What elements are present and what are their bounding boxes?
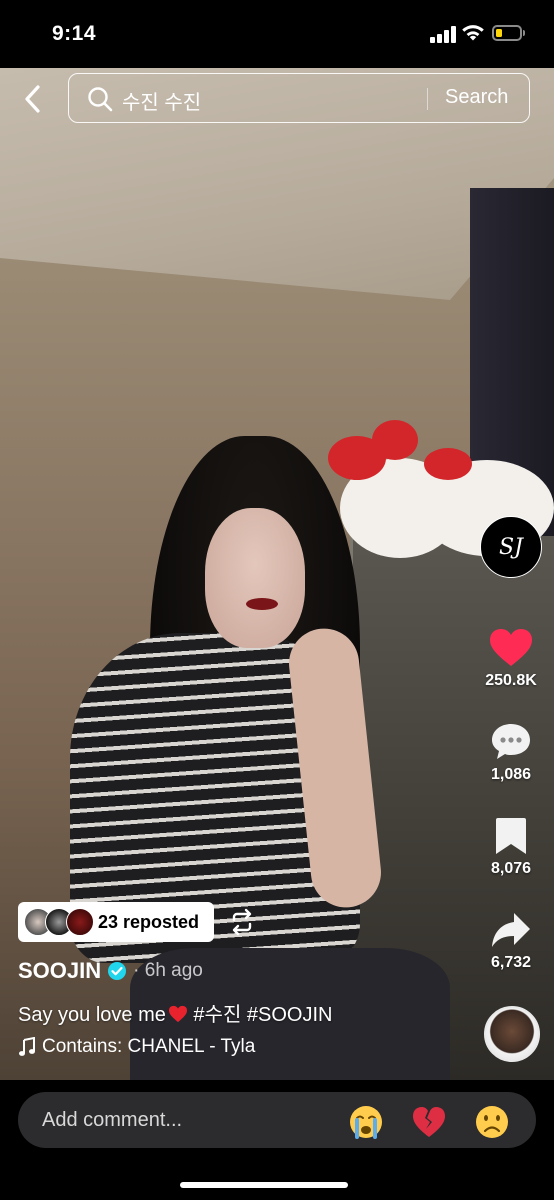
person-lips (246, 598, 278, 610)
share-arrow-icon (492, 913, 530, 947)
share-button[interactable]: 6,732 (474, 910, 548, 972)
bookmark-icon (496, 818, 526, 854)
comment-button[interactable]: 1,086 (474, 722, 548, 784)
battery-icon (492, 25, 525, 41)
author-row[interactable]: SOOJIN · 6h ago (18, 956, 203, 986)
post-time: · 6h ago (133, 960, 203, 981)
comment-input[interactable]: Add comment... (18, 1092, 536, 1148)
music-note-icon (19, 1037, 35, 1056)
post-time-value: 6h ago (144, 960, 203, 981)
music-row[interactable]: Contains: CHANEL - Tyla (18, 1036, 255, 1058)
caption-text: Say you love me (18, 1004, 166, 1026)
repost-avatar (66, 908, 94, 936)
creator-avatar-monogram: SJ (499, 534, 523, 560)
home-indicator (180, 1182, 348, 1188)
person-face (205, 508, 305, 648)
search-query[interactable]: 수진 수진 (122, 86, 201, 115)
caption-hashtags[interactable]: #수진 #SOOJIN (188, 1004, 332, 1026)
wifi-icon (462, 25, 484, 41)
music-label: Contains: CHANEL - Tyla (42, 1036, 256, 1057)
verified-badge-icon (108, 962, 127, 980)
save-button[interactable]: 8,076 (474, 816, 548, 878)
red-heart-emoji-icon (168, 1005, 187, 1023)
repost-pill[interactable]: 23 reposted (18, 902, 214, 942)
share-count: 6,732 (490, 954, 532, 971)
comment-bubble-icon (492, 724, 530, 759)
caption[interactable]: Say you love me #수진 #SOOJIN (18, 998, 332, 1027)
search-button[interactable]: Search (445, 86, 508, 109)
sound-disc-avatar[interactable] (484, 1006, 540, 1062)
search-icon (88, 87, 113, 112)
repost-label: 23 reposted (98, 912, 200, 932)
like-button[interactable]: 250.8K (474, 628, 548, 690)
search-divider (427, 88, 428, 110)
heart-icon (490, 629, 532, 666)
like-count: 250.8K (485, 672, 537, 689)
save-count: 8,076 (490, 860, 532, 877)
plush-bow (424, 448, 472, 480)
comment-placeholder: Add comment... (42, 1109, 183, 1131)
comment-bar: Add comment... (0, 1080, 554, 1200)
back-arrow-icon[interactable] (18, 82, 48, 116)
creator-avatar[interactable]: SJ (480, 516, 542, 578)
frowning-face-emoji-icon[interactable] (474, 1104, 510, 1140)
crying-face-emoji-icon[interactable] (348, 1104, 384, 1140)
author-name[interactable]: SOOJIN (18, 958, 101, 984)
status-time: 9:14 (52, 22, 97, 45)
plush-bow (372, 420, 418, 460)
search-bar[interactable]: 수진 수진 Search (68, 73, 530, 123)
comment-count: 1,086 (490, 766, 532, 783)
repost-icon[interactable] (228, 908, 256, 936)
broken-heart-emoji-icon[interactable] (411, 1104, 447, 1140)
status-bar: 9:14 (0, 0, 554, 68)
cellular-signal-icon (430, 25, 456, 43)
